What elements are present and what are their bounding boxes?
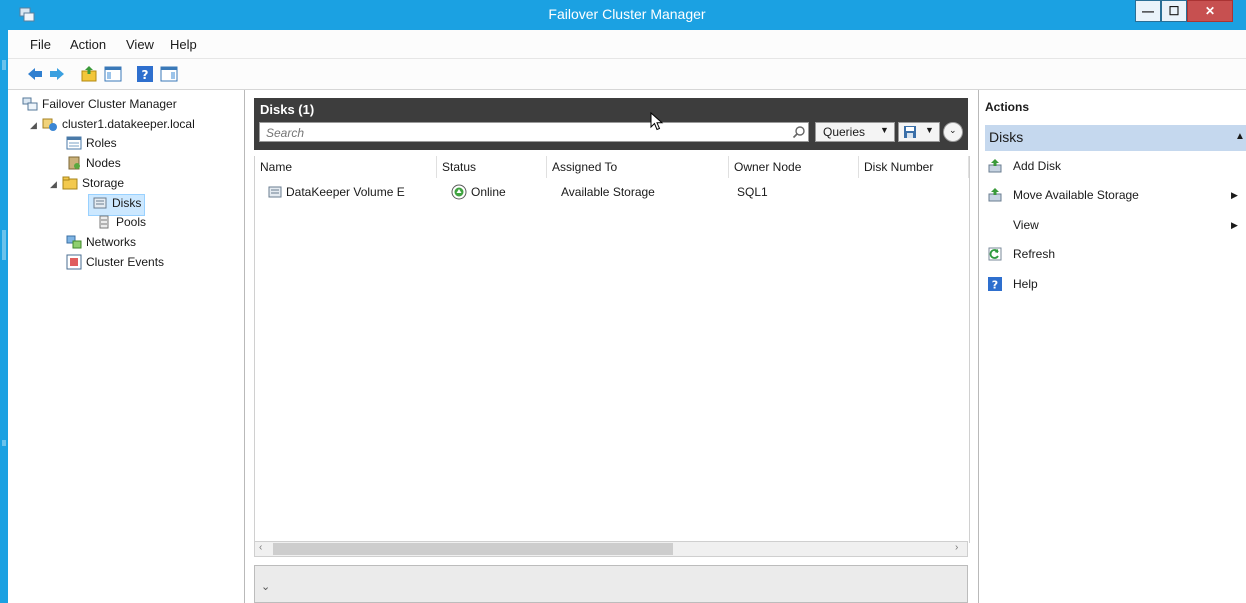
search-box[interactable] — [259, 122, 809, 142]
expand-collapse-button[interactable]: ⌄ — [943, 122, 963, 142]
collapse-arrow-icon[interactable]: ▲ — [1235, 131, 1245, 142]
tree-label: Failover Cluster Manager — [42, 97, 177, 111]
refresh-icon — [988, 247, 1002, 261]
horizontal-scrollbar[interactable]: ‹ › — [254, 541, 968, 557]
disk-icon — [268, 186, 282, 198]
cell-assigned-to: Available Storage — [561, 185, 655, 199]
menu-action[interactable]: Action — [70, 37, 106, 52]
networks-icon — [66, 235, 82, 249]
maximize-button[interactable]: ☐ — [1161, 0, 1187, 22]
cluster-manager-icon — [22, 97, 38, 111]
tree-label: Roles — [86, 136, 117, 150]
pane-header: Disks (1) Queries ▼ ▼ ⌄ — [254, 98, 968, 150]
cluster-icon — [42, 118, 57, 131]
search-icon[interactable] — [792, 125, 806, 139]
action-refresh[interactable]: Refresh — [987, 246, 1055, 268]
move-storage-icon — [988, 188, 1002, 202]
cell-status: Online — [451, 182, 506, 202]
console-tree: Failover Cluster Manager ◢ cluster1.data… — [8, 90, 245, 603]
collapse-arrow-icon[interactable]: ◢ — [50, 179, 60, 190]
tree-item-nodes[interactable]: Nodes — [66, 155, 121, 175]
menu-file[interactable]: File — [30, 37, 51, 52]
storage-icon — [62, 176, 78, 190]
tree-item-roles[interactable]: Roles — [66, 135, 117, 155]
tree-item-cluster-events[interactable]: Cluster Events — [66, 254, 164, 274]
cell-owner-node: SQL1 — [737, 185, 768, 199]
queries-label: Queries — [823, 125, 866, 139]
action-view[interactable]: View ▶ — [987, 217, 1245, 239]
help-icon[interactable]: ? — [136, 65, 154, 83]
window-title: Failover Cluster Manager — [548, 6, 706, 22]
close-button[interactable]: ✕ — [1187, 0, 1233, 22]
pane-title: Disks (1) — [260, 102, 315, 117]
actions-section-label: Disks — [989, 129, 1024, 145]
show-hide-action-pane-icon[interactable] — [160, 65, 178, 83]
forward-arrow-icon[interactable] — [48, 65, 66, 83]
toolbar: ? — [8, 59, 1246, 90]
details-pane: ⌄ — [254, 565, 968, 603]
actions-section-header[interactable]: Disks ▲ — [985, 125, 1246, 151]
tree-label: Nodes — [86, 156, 121, 170]
disks-list: Name Status Assigned To Owner Node Disk … — [254, 156, 970, 543]
window-titlebar[interactable]: Failover Cluster Manager — ☐ ✕ — [8, 0, 1246, 30]
disk-name: DataKeeper Volume E — [286, 185, 405, 199]
status-text: Online — [471, 185, 506, 199]
help-icon: ? — [988, 277, 1002, 292]
chevron-down-icon[interactable]: ⌄ — [261, 580, 270, 593]
cell-name: DataKeeper Volume E — [267, 182, 405, 202]
left-window-edge — [0, 0, 8, 603]
tree-item-disks[interactable]: Disks — [88, 194, 146, 216]
tree-label: Storage — [82, 176, 125, 190]
action-help[interactable]: ? Help — [987, 276, 1038, 298]
save-query-button[interactable]: ▼ — [898, 122, 940, 142]
mouse-cursor-icon — [650, 112, 664, 131]
queries-button[interactable]: Queries ▼ — [815, 122, 895, 142]
submenu-arrow-icon: ▶ — [1231, 190, 1238, 200]
table-row[interactable]: DataKeeper Volume E Online Available Sto… — [255, 156, 969, 204]
blank-icon — [987, 217, 1003, 233]
nodes-icon — [68, 156, 80, 170]
scrollbar-thumb[interactable] — [273, 543, 673, 555]
roles-icon — [66, 136, 82, 150]
cluster-events-icon — [66, 254, 82, 270]
dropdown-arrow-icon: ▼ — [925, 125, 934, 135]
show-hide-console-tree-icon[interactable] — [104, 65, 122, 83]
menu-help[interactable]: Help — [170, 37, 197, 52]
search-input[interactable] — [264, 124, 788, 142]
tree-item-storage[interactable]: ◢ Storage — [50, 175, 124, 195]
action-move-available-storage[interactable]: Move Available Storage ▶ — [987, 187, 1245, 209]
minimize-button[interactable]: — — [1135, 0, 1161, 22]
scroll-left-icon[interactable]: ‹ — [259, 542, 262, 553]
tree-label: Pools — [116, 215, 147, 229]
menu-bar: File Action View Help — [8, 30, 1246, 59]
tree-label: Disks — [112, 196, 142, 210]
actions-title: Actions — [985, 100, 1030, 114]
tree-label: cluster1.datakeeper.local — [62, 117, 195, 131]
scroll-right-icon[interactable]: › — [955, 542, 958, 553]
disks-pane: Disks (1) Queries ▼ ▼ ⌄ Name Status A — [246, 90, 976, 603]
svg-text:?: ? — [992, 279, 998, 292]
actions-pane: Actions Disks ▲ Add Disk Move Available … — [978, 90, 1246, 603]
tree-item-networks[interactable]: Networks — [66, 234, 136, 254]
save-icon — [904, 126, 916, 138]
add-disk-icon — [988, 159, 1002, 173]
tree-label: Cluster Events — [86, 255, 165, 269]
pools-icon — [99, 215, 109, 229]
online-status-icon — [451, 184, 467, 200]
collapse-arrow-icon[interactable]: ◢ — [30, 120, 40, 131]
submenu-arrow-icon: ▶ — [1231, 220, 1238, 230]
tree-label: Networks — [86, 235, 137, 249]
tree-item-cluster1[interactable]: ◢ cluster1.datakeeper.local — [30, 116, 195, 136]
tree-item-failover-cluster-manager[interactable]: Failover Cluster Manager — [22, 96, 177, 116]
disks-icon — [93, 197, 107, 209]
menu-view[interactable]: View — [126, 37, 154, 52]
action-add-disk[interactable]: Add Disk — [987, 158, 1061, 180]
tree-item-pools[interactable]: Pools — [96, 214, 146, 234]
dropdown-arrow-icon: ▼ — [880, 125, 889, 135]
back-arrow-icon[interactable] — [26, 65, 44, 83]
svg-text:?: ? — [142, 68, 149, 82]
up-folder-icon[interactable] — [80, 65, 98, 83]
chevron-down-icon: ⌄ — [949, 125, 957, 135]
